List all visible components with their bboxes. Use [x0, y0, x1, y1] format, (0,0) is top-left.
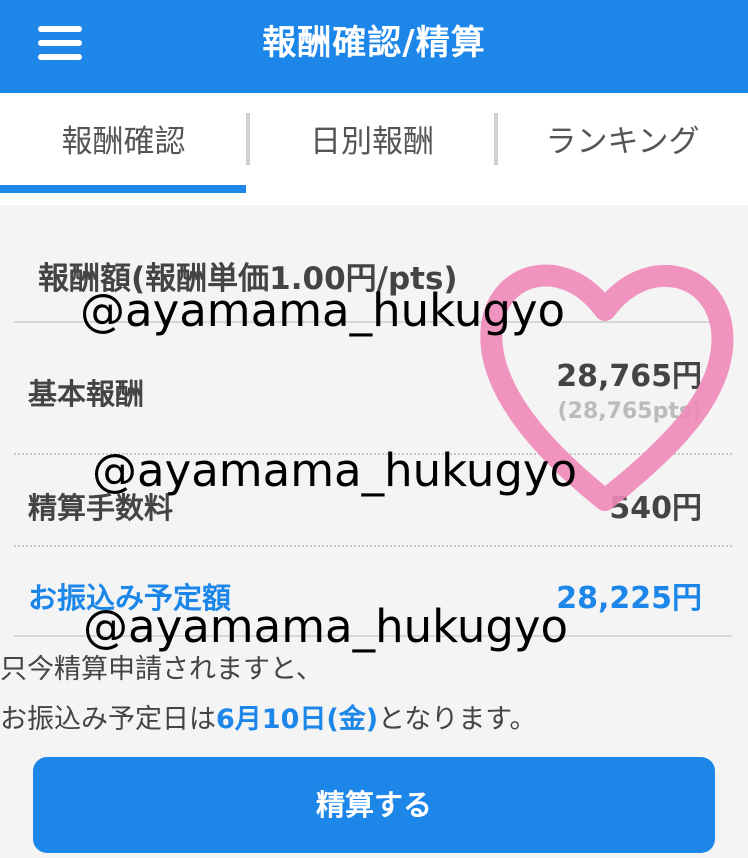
base-reward-value: 28,765円: [556, 359, 702, 394]
base-reward-label: 基本報酬: [28, 377, 145, 411]
base-reward-points: (28,765pts): [557, 399, 702, 424]
app-header: 報酬確認/精算: [0, 0, 748, 93]
active-tab-indicator: [0, 185, 246, 193]
notice-line-2: お振込み予定日は6月10日(金)となります。: [0, 697, 537, 736]
notice-suffix: となります。: [378, 704, 537, 735]
transfer-amount-value: 28,225円: [556, 581, 702, 616]
tab-bar: 報酬確認 日別報酬 ランキング: [0, 93, 748, 208]
watermark-text: @ayamama_hukugyo: [92, 444, 578, 497]
watermark-text: @ayamama_hukugyo: [80, 284, 566, 337]
tab-daily-reward[interactable]: 日別報酬: [249, 93, 495, 193]
watermark-text: @ayamama_hukugyo: [83, 600, 569, 653]
notice-prefix: お振込み予定日は: [0, 704, 216, 735]
page-title: 報酬確認/精算: [262, 23, 486, 63]
divider: [14, 545, 732, 547]
tab-ranking[interactable]: ランキング: [497, 93, 748, 193]
settle-button[interactable]: 精算する: [33, 757, 715, 853]
transfer-date: 6月10日(金): [216, 704, 379, 735]
tab-reward-confirm[interactable]: 報酬確認: [0, 93, 247, 193]
fee-value: 540円: [609, 491, 702, 526]
